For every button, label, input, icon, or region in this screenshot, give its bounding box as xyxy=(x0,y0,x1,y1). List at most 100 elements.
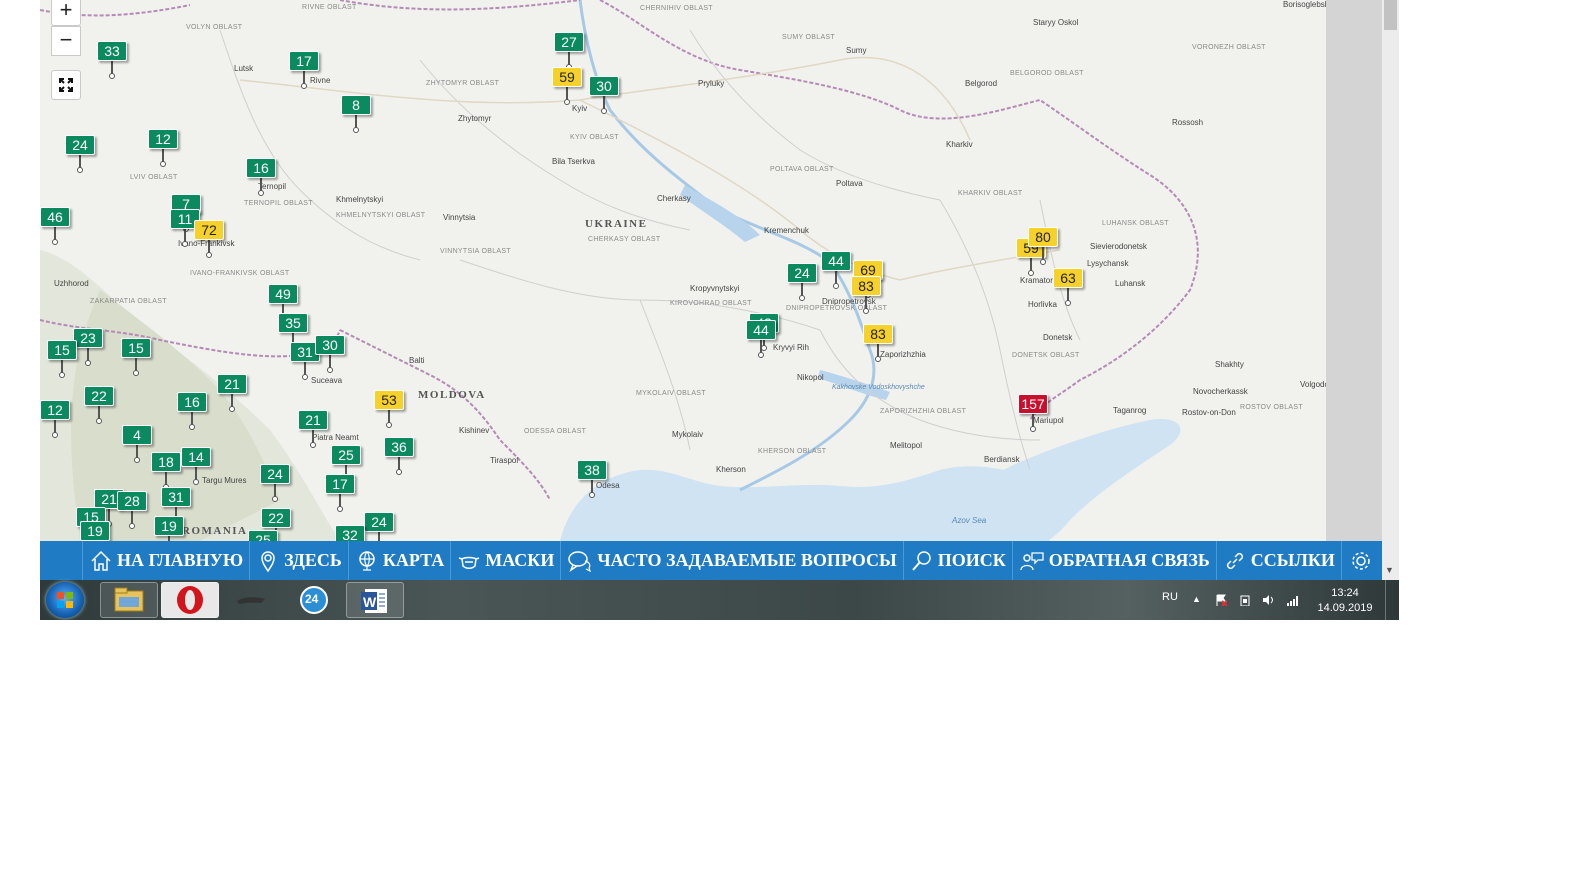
nav-item-label: ОБРАТНАЯ СВЯЗЬ xyxy=(1048,550,1210,570)
aqi-marker[interactable]: 63 xyxy=(1053,268,1083,306)
aqi-marker[interactable]: 59 xyxy=(552,67,582,105)
aqi-marker[interactable]: 25 xyxy=(248,530,278,541)
keyboard-language[interactable]: RU xyxy=(1162,591,1178,603)
zoom-out-button[interactable]: − xyxy=(51,26,81,56)
aqi-marker[interactable]: 36 xyxy=(384,437,414,475)
map-label-oblast: POLTAVA OBLAST xyxy=(770,166,834,173)
aqi-marker[interactable]: 19 xyxy=(80,521,110,541)
map-label-city: Mykolaiv xyxy=(672,430,704,439)
aqi-marker[interactable]: 16 xyxy=(177,392,207,430)
aqi-marker[interactable]: 21 xyxy=(217,374,247,412)
nav-spacer xyxy=(40,541,83,580)
action-center-flag-icon[interactable] xyxy=(1215,594,1227,606)
aqi-marker[interactable]: 12 xyxy=(148,129,178,167)
aqi-marker[interactable]: 24 xyxy=(65,135,95,173)
nav-item-here[interactable]: ЗДЕСЬ xyxy=(250,541,349,580)
aqi-marker[interactable]: 53 xyxy=(374,390,404,428)
settings-button[interactable] xyxy=(1342,541,1380,580)
nav-item-feedback[interactable]: ОБРАТНАЯ СВЯЗЬ xyxy=(1013,541,1217,580)
nav-item-masks[interactable]: МАСКИ xyxy=(451,541,562,580)
aqi-marker[interactable]: 24 xyxy=(260,464,290,502)
aqi-marker[interactable]: 21 xyxy=(298,410,328,448)
nav-item-label: ПОИСК xyxy=(937,550,1006,570)
aqi-marker[interactable]: 15 xyxy=(47,340,77,378)
map-label-city: Shakhty xyxy=(1215,360,1244,369)
nav-item-label: ССЫЛКИ xyxy=(1250,550,1335,570)
aqi-marker[interactable]: 24 xyxy=(364,512,394,541)
taskbar-agent-24[interactable]: 24 xyxy=(283,582,341,618)
aqi-marker-pin-icon xyxy=(601,108,607,114)
aqi-marker-value: 17 xyxy=(289,51,319,71)
aqi-marker[interactable]: 44 xyxy=(821,251,851,289)
aqi-marker-value: 80 xyxy=(1028,227,1058,247)
map-label-oblast: ZHYTOMYR OBLAST xyxy=(426,80,500,87)
map-label-oblast: CHERNIHIV OBLAST xyxy=(640,5,713,12)
aqi-marker[interactable]: 8 xyxy=(341,95,371,133)
zoom-in-button[interactable]: + xyxy=(51,0,81,26)
scroll-down-arrow-icon[interactable]: ▼ xyxy=(1385,565,1394,575)
map-label-oblast: KYIV OBLAST xyxy=(570,134,619,141)
aqi-marker[interactable]: 19 xyxy=(154,516,184,541)
mask-icon xyxy=(458,556,480,569)
nav-item-search[interactable]: ПОИСК xyxy=(904,541,1013,580)
network-signal-icon[interactable] xyxy=(1287,594,1299,606)
faq-icon xyxy=(568,550,592,572)
vertical-scrollbar[interactable]: ▼ xyxy=(1382,0,1399,580)
aqi-marker-pin-icon xyxy=(799,295,805,301)
aqi-marker-value: 63 xyxy=(1053,268,1083,288)
taskbar-opera[interactable] xyxy=(161,582,219,618)
aqi-marker[interactable]: 32 xyxy=(335,525,365,541)
usb-device-icon[interactable] xyxy=(1239,594,1251,606)
map-label-city: Sievierodonetsk xyxy=(1090,242,1147,251)
show-desktop-button[interactable] xyxy=(1385,580,1399,620)
nav-item-map[interactable]: КАРТА xyxy=(349,541,452,580)
aqi-marker-pin-icon xyxy=(85,360,91,366)
aqi-marker[interactable]: 17 xyxy=(325,474,355,512)
folder-icon xyxy=(114,587,144,612)
aqi-marker[interactable]: 33 xyxy=(97,41,127,79)
taskbar-word[interactable]: W xyxy=(346,582,404,618)
aqi-marker[interactable]: 18 xyxy=(151,452,181,490)
aqi-marker[interactable]: 16 xyxy=(246,158,276,196)
aqi-marker-pin-icon xyxy=(758,352,764,358)
aqi-marker-pin-icon xyxy=(564,99,570,105)
aqi-marker[interactable]: 23 xyxy=(73,328,103,366)
aqi-marker-value: 19 xyxy=(154,516,184,536)
taskbar-file-explorer[interactable] xyxy=(100,582,158,618)
fullscreen-button[interactable] xyxy=(51,70,81,100)
aqi-marker[interactable]: 12 xyxy=(40,400,70,438)
aqi-marker[interactable]: 38 xyxy=(577,460,607,498)
aqi-marker[interactable]: 27 xyxy=(554,32,584,70)
aqi-marker[interactable]: 4 xyxy=(122,425,152,463)
aqi-marker[interactable]: 46 xyxy=(40,207,70,245)
map-view[interactable]: UKRAINE MOLDOVA ROMANIA Lutsk Rivne Zhyt… xyxy=(40,0,1326,541)
aqi-marker-value: 83 xyxy=(863,324,893,344)
aqi-marker[interactable]: 30 xyxy=(315,335,345,373)
aqi-marker[interactable]: 24 xyxy=(787,263,817,301)
nav-item-links[interactable]: ССЫЛКИ xyxy=(1217,541,1342,580)
aqi-marker[interactable]: 30 xyxy=(589,76,619,114)
aqi-marker-value: 19 xyxy=(80,521,110,541)
scrollbar-thumb[interactable] xyxy=(1384,0,1397,30)
clock-date: 14.09.2019 xyxy=(1317,602,1373,614)
aqi-marker[interactable]: 44 xyxy=(746,320,776,358)
aqi-marker[interactable]: 28 xyxy=(117,491,147,529)
volume-icon[interactable] xyxy=(1262,594,1274,606)
aqi-marker[interactable]: 72 xyxy=(194,220,224,258)
aqi-marker[interactable]: 80 xyxy=(1028,227,1058,265)
aqi-marker[interactable]: 14 xyxy=(181,447,211,485)
taskbar-game[interactable] xyxy=(222,582,280,618)
start-button[interactable] xyxy=(46,582,84,618)
aqi-marker[interactable]: 157 xyxy=(1018,394,1048,432)
aqi-marker[interactable]: 17 xyxy=(289,51,319,89)
system-clock[interactable]: 13:24 14.09.2019 xyxy=(1312,586,1378,616)
windows-taskbar: 24 W RU ▲ 13:24 14.09.2019 xyxy=(40,580,1399,620)
aqi-marker[interactable]: 83 xyxy=(851,276,881,314)
aqi-marker[interactable]: 15 xyxy=(121,338,151,376)
aqi-marker-value: 32 xyxy=(335,525,365,541)
show-hidden-icons-icon[interactable]: ▲ xyxy=(1192,594,1204,606)
aqi-marker[interactable]: 22 xyxy=(84,386,114,424)
aqi-marker[interactable]: 83 xyxy=(863,324,893,362)
nav-item-home[interactable]: НА ГЛАВНУЮ xyxy=(83,541,251,580)
nav-item-faq[interactable]: ЧАСТО ЗАДАВАЕМЫЕ ВОПРОСЫ xyxy=(561,541,904,580)
